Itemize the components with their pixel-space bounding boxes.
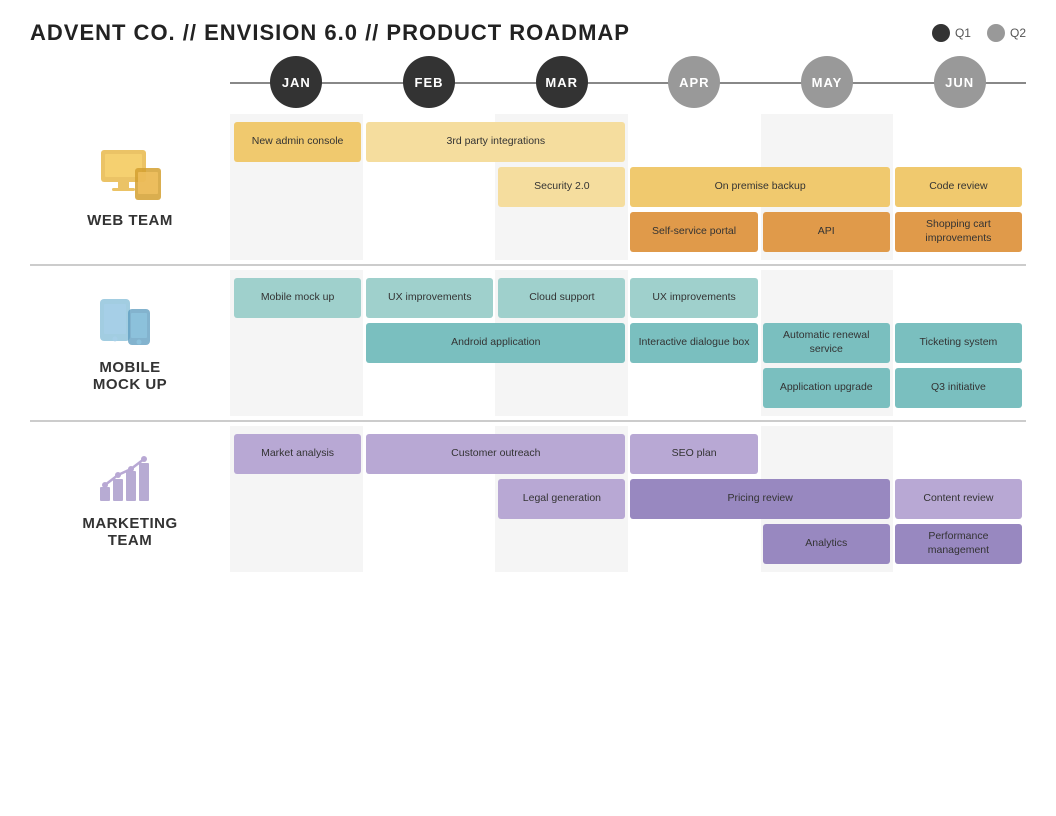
legend-q2-dot: [987, 24, 1005, 42]
task-android-application: Android application: [366, 323, 625, 363]
mobile-team-section: MOBILEMOCK UP Mobile mock up UX improvem…: [30, 270, 1026, 416]
marketing-team-tasks: Market analysis Customer outreach SEO pl…: [230, 426, 1026, 572]
month-may: MAY: [761, 56, 894, 108]
mobile-team-tasks: Mobile mock up UX improvements Cloud sup…: [230, 270, 1026, 416]
month-jan: JAN: [230, 56, 363, 108]
divider-2: [30, 420, 1026, 422]
task-new-admin-console: New admin console: [234, 122, 361, 162]
task-self-service-portal: Self-service portal: [630, 212, 757, 252]
web-team-section: WEB TEAM New admin console 3rd party int…: [30, 114, 1026, 260]
legend-q2-label: Q2: [1010, 26, 1026, 40]
legend-q2: Q2: [987, 24, 1026, 42]
marketing-team-label: MARKETINGTEAM: [30, 426, 230, 572]
web-team-grid: New admin console 3rd party integrations…: [230, 114, 1026, 260]
task-market-analysis: Market analysis: [234, 434, 361, 474]
month-badge-feb: FEB: [403, 56, 455, 108]
month-apr: APR: [628, 56, 761, 108]
web-team-icon: [93, 146, 168, 204]
month-feb: FEB: [363, 56, 496, 108]
months-row: JAN FEB MAR APR MAY JUN: [230, 56, 1026, 108]
task-3rd-party-integrations: 3rd party integrations: [366, 122, 625, 162]
divider-1: [30, 264, 1026, 266]
legend-q1: Q1: [932, 24, 971, 42]
month-badge-may: MAY: [801, 56, 853, 108]
mobile-team-name: MOBILEMOCK UP: [93, 359, 167, 393]
web-team-tasks: New admin console 3rd party integrations…: [230, 114, 1026, 260]
task-ux-improvements-2: UX improvements: [630, 278, 757, 318]
page-title: ADVENT CO. // ENVISION 6.0 // PRODUCT RO…: [30, 20, 630, 46]
month-mar: MAR: [495, 56, 628, 108]
task-seo-plan: SEO plan: [630, 434, 757, 474]
legend-q1-label: Q1: [955, 26, 971, 40]
task-pricing-review: Pricing review: [630, 479, 889, 519]
task-code-review: Code review: [895, 167, 1022, 207]
web-team-name: WEB TEAM: [87, 212, 173, 229]
mobile-team-icon: [98, 293, 163, 351]
task-performance-management: Performance management: [895, 524, 1022, 564]
task-q3-initiative: Q3 initiative: [895, 368, 1022, 408]
task-api: API: [763, 212, 890, 252]
task-security-2: Security 2.0: [498, 167, 625, 207]
task-legal-generation: Legal generation: [498, 479, 625, 519]
task-customer-outreach: Customer outreach: [366, 434, 625, 474]
legend: Q1 Q2: [932, 24, 1026, 42]
month-badge-jun: JUN: [934, 56, 986, 108]
task-mobile-mockup: Mobile mock up: [234, 278, 361, 318]
task-automatic-renewal: Automatic renewal service: [763, 323, 890, 363]
task-shopping-cart: Shopping cart improvements: [895, 212, 1022, 252]
task-on-premise-backup: On premise backup: [630, 167, 889, 207]
task-content-review: Content review: [895, 479, 1022, 519]
task-interactive-dialogue: Interactive dialogue box: [630, 323, 757, 363]
page: ADVENT CO. // ENVISION 6.0 // PRODUCT RO…: [0, 0, 1056, 816]
marketing-team-icon: [95, 449, 165, 507]
marketing-team-section: MARKETINGTEAM Market analysis Customer o…: [30, 426, 1026, 572]
legend-q1-dot: [932, 24, 950, 42]
month-jun: JUN: [893, 56, 1026, 108]
task-cloud-support: Cloud support: [498, 278, 625, 318]
task-application-upgrade: Application upgrade: [763, 368, 890, 408]
mobile-team-grid: Mobile mock up UX improvements Cloud sup…: [230, 270, 1026, 416]
marketing-team-name: MARKETINGTEAM: [82, 515, 177, 549]
task-analytics: Analytics: [763, 524, 890, 564]
mobile-team-label: MOBILEMOCK UP: [30, 270, 230, 416]
web-team-label: WEB TEAM: [30, 114, 230, 260]
month-badge-jan: JAN: [270, 56, 322, 108]
task-ticketing-system: Ticketing system: [895, 323, 1022, 363]
marketing-team-grid: Market analysis Customer outreach SEO pl…: [230, 426, 1026, 572]
task-ux-improvements-1: UX improvements: [366, 278, 493, 318]
month-badge-apr: APR: [668, 56, 720, 108]
month-badge-mar: MAR: [536, 56, 588, 108]
header: ADVENT CO. // ENVISION 6.0 // PRODUCT RO…: [30, 20, 1026, 46]
